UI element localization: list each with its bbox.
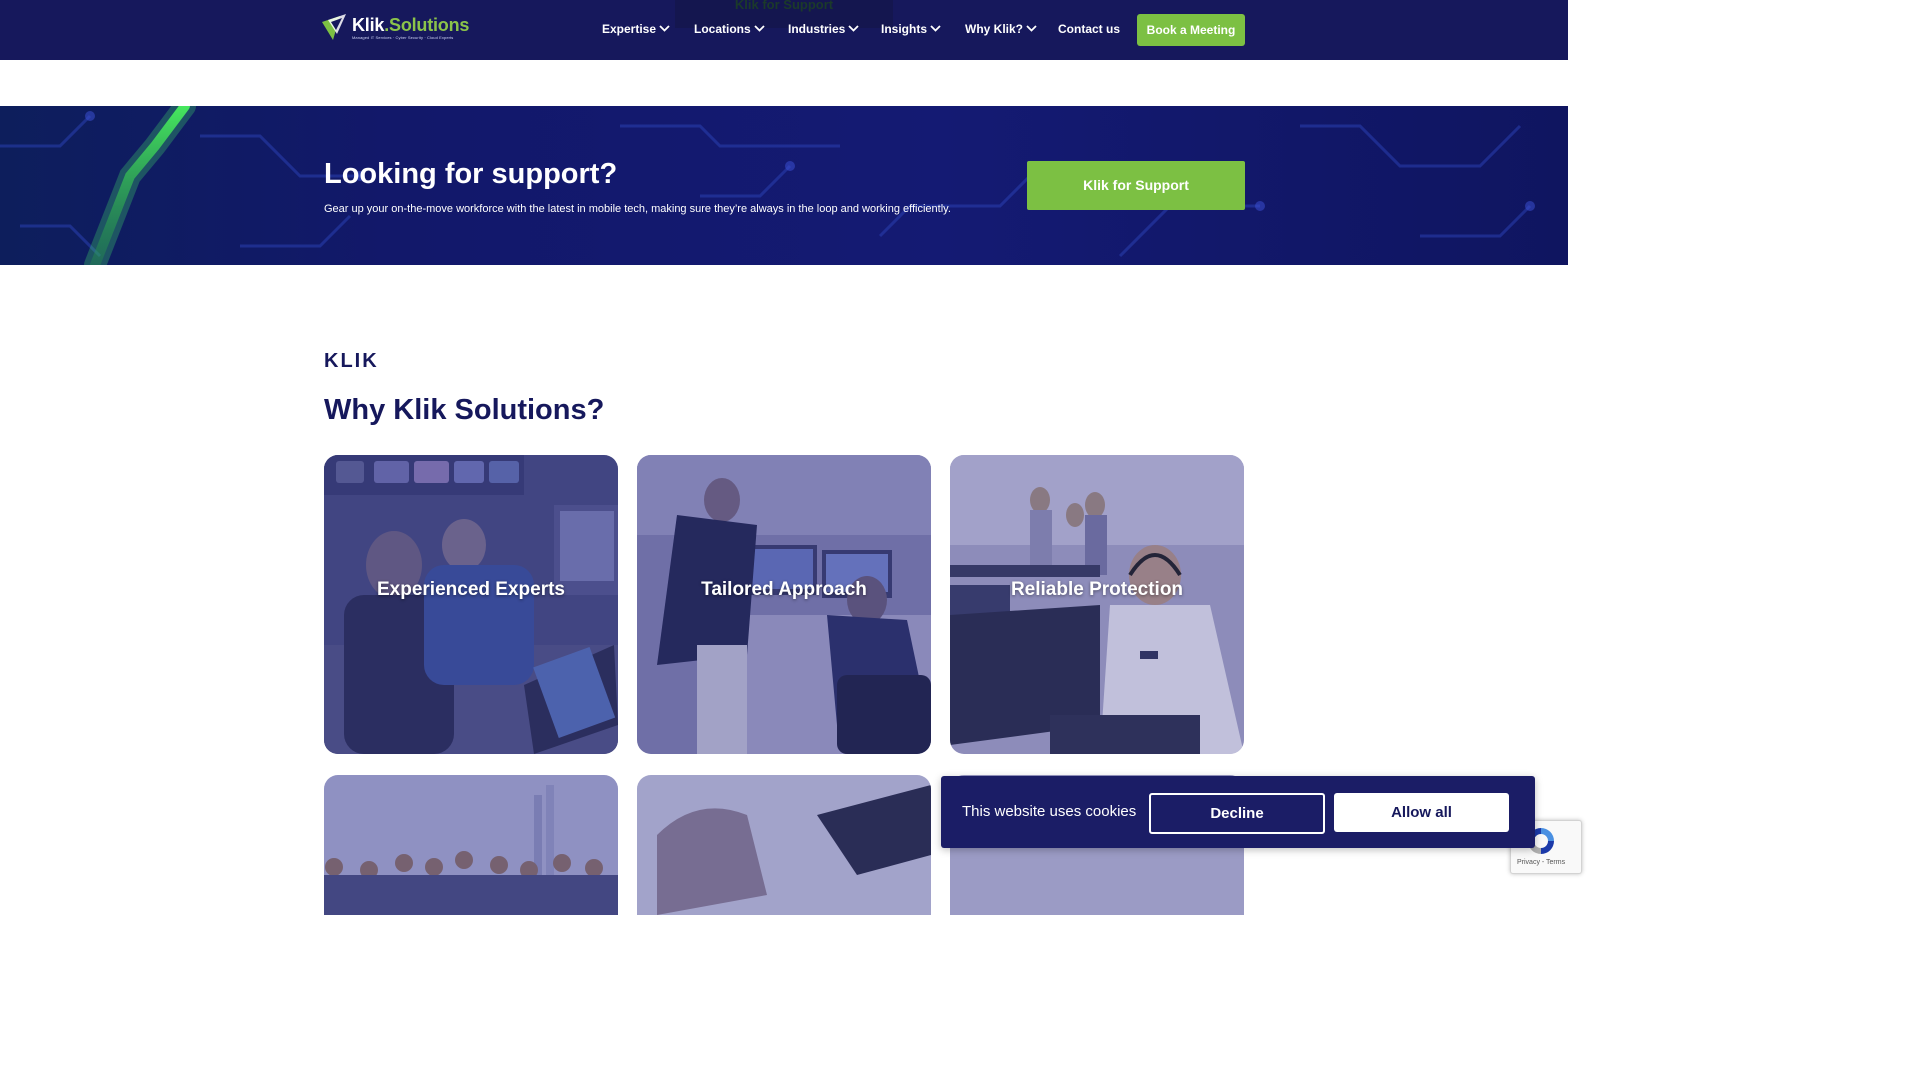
recaptcha-links[interactable]: Privacy - Terms <box>1517 859 1565 866</box>
card-photo-desk-work <box>637 455 931 754</box>
card-tailored-approach[interactable]: Tailored Approach <box>637 455 931 754</box>
klik-for-support-button[interactable]: Klik for Support <box>1027 161 1245 210</box>
nav-item-why-klik[interactable]: Why Klik? <box>965 22 1037 38</box>
card-photo-keyboard <box>637 775 931 915</box>
card-experienced-experts[interactable]: Experienced Experts <box>324 455 618 754</box>
chevron-down-icon <box>848 25 859 32</box>
card-title: Reliable Protection <box>1010 579 1184 600</box>
card-photo-support-desk <box>950 455 1244 754</box>
chevron-down-icon <box>659 25 670 32</box>
klik-logo-mark-icon <box>322 14 346 40</box>
circuit-background <box>0 106 1568 265</box>
cookie-message: This website uses cookies <box>962 803 1137 820</box>
card-title: Experienced Experts <box>377 579 565 600</box>
card-row2-keyboard[interactable] <box>637 775 931 915</box>
card-photo-group <box>324 775 618 915</box>
chevron-down-icon <box>1026 25 1037 32</box>
nav-item-industries[interactable]: Industries <box>788 22 859 38</box>
site-header: Klik for Support Klik.Solutions Managed … <box>0 0 1568 60</box>
book-meeting-button[interactable]: Book a Meeting <box>1137 14 1245 46</box>
card-row2-team[interactable] <box>324 775 618 915</box>
chevron-down-icon <box>930 25 941 32</box>
cookie-consent-bar: This website uses cookies Decline Allow … <box>941 776 1535 848</box>
support-banner-subtitle: Gear up your on-the-move workforce with … <box>324 203 951 215</box>
logo-tagline: Managed IT Services · Cyber Security · C… <box>352 35 454 40</box>
nav-item-contact-us[interactable]: Contact us <box>1058 22 1120 38</box>
chevron-down-icon <box>754 25 765 32</box>
nav-item-locations[interactable]: Locations <box>694 22 765 38</box>
allow-all-cookies-button[interactable]: Allow all <box>1334 793 1509 832</box>
card-photo-office-team <box>324 455 618 754</box>
support-banner: Looking for support? Gear up your on-the… <box>0 106 1568 265</box>
decline-cookies-button[interactable]: Decline <box>1149 793 1325 834</box>
nav-item-expertise[interactable]: Expertise <box>602 22 670 38</box>
nav-item-insights[interactable]: Insights <box>881 22 941 38</box>
section-eyebrow: KLIK <box>324 350 379 372</box>
site-logo[interactable]: Klik.Solutions Managed IT Services · Cyb… <box>320 12 470 44</box>
support-banner-title: Looking for support? <box>324 158 618 190</box>
logo-wordmark: Klik.Solutions <box>352 15 470 35</box>
card-title: Tailored Approach <box>701 579 867 600</box>
section-title: Why Klik Solutions? <box>324 394 605 426</box>
card-reliable-protection[interactable]: Reliable Protection <box>950 455 1244 754</box>
